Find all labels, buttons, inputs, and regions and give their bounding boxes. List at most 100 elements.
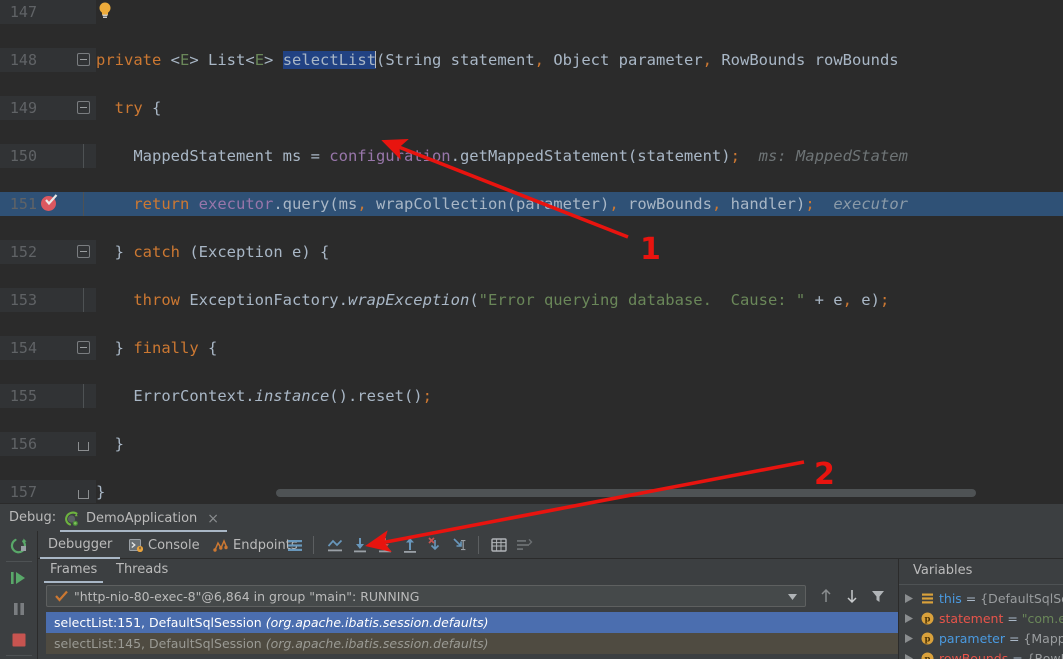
gutter-147[interactable]: 147 bbox=[0, 0, 68, 24]
fold-column[interactable] bbox=[68, 432, 96, 456]
chevron-down-icon[interactable] bbox=[788, 594, 797, 600]
gutter-153[interactable]: 153 bbox=[0, 288, 68, 312]
variable-value: {DefaultSqlSessi bbox=[980, 591, 1063, 606]
code-line-155[interactable]: 155 ErrorContext.instance().reset(); bbox=[0, 384, 1063, 408]
fold-collapse-icon[interactable] bbox=[77, 53, 90, 66]
expand-triangle-icon[interactable] bbox=[905, 654, 913, 659]
frame-method: selectList:151, DefaultSqlSession bbox=[54, 615, 262, 630]
gutter-icons-151[interactable] bbox=[36, 192, 68, 216]
spring-boot-icon bbox=[65, 511, 78, 526]
fold-column[interactable] bbox=[68, 192, 96, 216]
gutter-154[interactable]: 154 bbox=[0, 336, 68, 360]
fold-column[interactable] bbox=[68, 480, 96, 503]
code-line-147[interactable]: 147 bbox=[0, 0, 1063, 24]
resume-icon[interactable] bbox=[9, 568, 29, 588]
fold-column[interactable] bbox=[68, 240, 96, 264]
code-text-156: } bbox=[96, 435, 124, 453]
intention-bulb-icon[interactable] bbox=[98, 2, 112, 19]
tab-frames[interactable]: Frames bbox=[44, 562, 104, 583]
close-icon[interactable]: × bbox=[207, 511, 219, 527]
tab-console[interactable]: Console bbox=[121, 531, 208, 559]
filter-funnel-icon[interactable] bbox=[870, 588, 886, 604]
frame-package: (org.apache.ibatis.session.defaults) bbox=[265, 615, 489, 630]
tab-debugger[interactable]: Debugger bbox=[40, 531, 121, 559]
line-number: 150 bbox=[9, 147, 37, 165]
arrow-up-icon[interactable] bbox=[818, 588, 834, 604]
fold-column[interactable] bbox=[68, 96, 96, 120]
fold-column[interactable] bbox=[68, 336, 96, 360]
stop-icon[interactable] bbox=[9, 630, 29, 650]
tab-label: Console bbox=[148, 537, 200, 553]
code-editor[interactable]: 147 148 private <E> List<E> selectList(S… bbox=[0, 0, 1063, 503]
endpoints-icon bbox=[213, 539, 228, 552]
fold-collapse-icon[interactable] bbox=[77, 101, 90, 114]
code-line-148[interactable]: 148 private <E> List<E> selectList(Strin… bbox=[0, 48, 1063, 72]
editor-horizontal-scrollbar[interactable] bbox=[276, 489, 976, 497]
gutter-157[interactable]: 157 bbox=[0, 480, 68, 503]
fold-end-icon[interactable] bbox=[78, 490, 89, 499]
fold-end-icon[interactable] bbox=[78, 442, 89, 451]
code-line-151[interactable]: 151 return executor.query(ms, wrapCollec… bbox=[0, 192, 1063, 216]
fold-guide-line bbox=[83, 192, 84, 216]
fold-column[interactable] bbox=[68, 288, 96, 312]
run-to-cursor-icon[interactable] bbox=[451, 536, 469, 554]
code-line-154[interactable]: 154 } finally { bbox=[0, 336, 1063, 360]
show-execution-point-icon[interactable] bbox=[326, 536, 344, 554]
line-number: 157 bbox=[9, 483, 37, 501]
layout-settings-icon[interactable] bbox=[286, 536, 304, 554]
fold-collapse-icon[interactable] bbox=[77, 341, 90, 354]
debug-body: Debugger Console Endpoints Frames Thread… bbox=[0, 531, 1063, 659]
fold-column[interactable] bbox=[68, 48, 96, 72]
line-number: 147 bbox=[9, 3, 37, 21]
evaluate-expression-icon[interactable] bbox=[490, 536, 508, 554]
expand-triangle-icon[interactable] bbox=[905, 634, 913, 643]
thread-selector[interactable]: "http-nio-80-exec-8"@6,864 in group "mai… bbox=[46, 585, 806, 607]
frame-method: selectList:145, DefaultSqlSession bbox=[54, 636, 262, 651]
gutter-148[interactable]: 148 bbox=[0, 48, 68, 72]
code-line-153[interactable]: 153 throw ExceptionFactory.wrapException… bbox=[0, 288, 1063, 312]
breakpoint-icon[interactable] bbox=[41, 194, 58, 211]
step-into-icon[interactable] bbox=[376, 536, 394, 554]
variable-name: rowBounds bbox=[939, 651, 1009, 659]
code-line-152[interactable]: 152 } catch (Exception e) { bbox=[0, 240, 1063, 264]
code-line-156[interactable]: 156 } bbox=[0, 432, 1063, 456]
step-over-icon[interactable] bbox=[351, 536, 369, 554]
fold-collapse-icon[interactable] bbox=[77, 245, 90, 258]
debug-titlebar: Debug: DemoApplication × bbox=[0, 503, 1063, 532]
gutter-156[interactable]: 156 bbox=[0, 432, 68, 456]
run-configuration-tab[interactable]: DemoApplication × bbox=[60, 507, 227, 532]
line-number: 153 bbox=[9, 291, 37, 309]
restore-layout-icon[interactable] bbox=[515, 536, 533, 554]
svg-text:p: p bbox=[925, 635, 931, 645]
expand-triangle-icon[interactable] bbox=[905, 594, 913, 603]
fold-column[interactable] bbox=[68, 0, 96, 24]
fold-column[interactable] bbox=[68, 384, 96, 408]
code-text-150: MappedStatement ms = configuration.getMa… bbox=[96, 147, 908, 165]
variable-row-statement[interactable]: p statement = "com.exa bbox=[899, 609, 1063, 628]
variable-text: rowBounds = {RowBo bbox=[939, 649, 1063, 659]
variable-row-this[interactable]: this = {DefaultSqlSessi bbox=[899, 589, 1063, 608]
frame-row-0[interactable]: selectList:151, DefaultSqlSession (org.a… bbox=[46, 612, 898, 633]
gutter-152[interactable]: 152 bbox=[0, 240, 68, 264]
fold-column[interactable] bbox=[68, 144, 96, 168]
gutter-149[interactable]: 149 bbox=[0, 96, 68, 120]
parameter-icon: p bbox=[921, 652, 934, 659]
tab-threads[interactable]: Threads bbox=[110, 562, 174, 583]
gutter-155[interactable]: 155 bbox=[0, 384, 68, 408]
variable-row-parameter[interactable]: p parameter = {Mapper bbox=[899, 629, 1063, 648]
drop-frame-icon[interactable] bbox=[426, 536, 444, 554]
variable-row-rowbounds[interactable]: p rowBounds = {RowBo bbox=[899, 649, 1063, 659]
expand-triangle-icon[interactable] bbox=[905, 614, 913, 623]
rerun-icon[interactable] bbox=[9, 536, 29, 556]
pause-icon[interactable] bbox=[9, 599, 29, 619]
code-line-149[interactable]: 149 try { bbox=[0, 96, 1063, 120]
frame-package: (org.apache.ibatis.session.defaults) bbox=[265, 636, 489, 651]
step-out-icon[interactable] bbox=[401, 536, 419, 554]
gutter-150[interactable]: 150 bbox=[0, 144, 68, 168]
frame-row-1[interactable]: selectList:145, DefaultSqlSession (org.a… bbox=[46, 633, 898, 654]
code-line-150[interactable]: 150 MappedStatement ms = configuration.g… bbox=[0, 144, 1063, 168]
frames-pane: Frames Threads "http-nio-80-exec-8"@6,86… bbox=[38, 559, 898, 659]
object-node-icon bbox=[922, 593, 933, 604]
arrow-down-icon[interactable] bbox=[844, 588, 860, 604]
gutter-151[interactable]: 151 bbox=[0, 192, 68, 216]
